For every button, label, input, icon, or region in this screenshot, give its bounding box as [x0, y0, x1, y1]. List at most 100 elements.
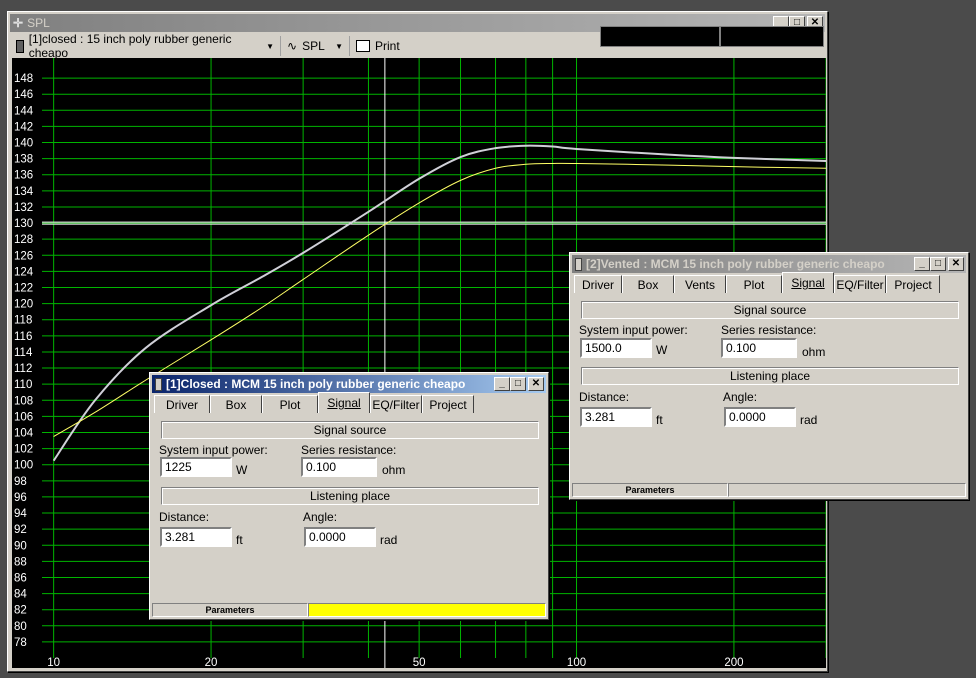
minimize-icon[interactable]: _ — [914, 257, 930, 271]
y-tick-label: 90 — [14, 540, 27, 552]
tab-box[interactable]: Box — [210, 395, 262, 413]
y-tick-label: 144 — [14, 105, 34, 117]
y-tick-label: 84 — [14, 589, 27, 601]
y-tick-label: 92 — [14, 524, 27, 536]
x-tick-label: 50 — [413, 657, 426, 668]
tab-signal[interactable]: Signal — [782, 272, 834, 293]
vented-statusbar: Parameters — [572, 483, 966, 497]
y-tick-label: 126 — [14, 250, 33, 262]
tab-driver[interactable]: Driver — [154, 395, 210, 413]
y-tick-label: 88 — [14, 556, 27, 568]
y-tick-label: 146 — [14, 89, 33, 101]
input-power-unit: W — [656, 343, 668, 357]
readout-box-1 — [600, 26, 720, 47]
tab-plot[interactable]: Plot — [262, 395, 318, 413]
y-tick-label: 98 — [14, 476, 27, 488]
y-tick-label: 120 — [14, 299, 33, 311]
tab-project[interactable]: Project — [886, 275, 940, 293]
distance-field[interactable]: 3.281 — [580, 407, 652, 427]
series-resistance-label: Series resistance: — [721, 323, 817, 337]
y-tick-label: 134 — [14, 186, 34, 198]
y-tick-label: 132 — [14, 202, 33, 214]
maximize-icon[interactable]: □ — [510, 377, 526, 391]
input-power-field[interactable]: 1225 — [160, 457, 232, 477]
y-tick-label: 122 — [14, 283, 33, 295]
speaker-icon — [16, 39, 24, 53]
y-tick-label: 138 — [14, 154, 33, 166]
angle-unit: rad — [380, 533, 398, 547]
y-tick-label: 128 — [14, 234, 33, 246]
spl-window-title: SPL — [27, 16, 50, 30]
input-power-field[interactable]: 1500.0 — [580, 338, 652, 358]
project-select-value: [1]closed : 15 inch poly rubber generic … — [28, 32, 232, 60]
print-button[interactable]: Print — [350, 36, 406, 56]
listening-place-header: Listening place — [581, 367, 959, 385]
y-tick-label: 94 — [14, 508, 27, 520]
angle-label: Angle: — [723, 390, 758, 404]
y-tick-label: 136 — [14, 170, 33, 182]
tab-eq-filter[interactable]: EQ/Filter — [370, 395, 422, 413]
angle-unit: rad — [800, 413, 818, 427]
status-parameters: Parameters — [152, 603, 308, 617]
chevron-down-icon: ▼ — [266, 41, 274, 51]
closed-tabs: Driver Box Plot Signal EQ/Filter Project — [154, 392, 474, 413]
vented-window-title: [2]Vented : MCM 15 inch poly rubber gene… — [586, 257, 885, 271]
x-tick-label: 20 — [205, 657, 218, 668]
tab-eq-filter[interactable]: EQ/Filter — [834, 275, 886, 293]
y-tick-label: 124 — [14, 266, 34, 278]
maximize-icon[interactable]: □ — [930, 257, 946, 271]
y-tick-label: 108 — [14, 395, 33, 407]
crosshair-icon: ✛ — [13, 16, 24, 30]
series-resistance-label: Series resistance: — [301, 443, 397, 457]
project-select[interactable]: [1]closed : 15 inch poly rubber generic … — [10, 32, 281, 60]
y-tick-label: 110 — [14, 379, 32, 391]
chevron-down-icon: ▼ — [335, 41, 343, 51]
angle-field[interactable]: 0.0000 — [724, 407, 796, 427]
close-icon[interactable]: ✕ — [948, 257, 964, 271]
print-label: Print — [375, 39, 400, 53]
printer-icon — [356, 40, 370, 52]
signal-source-header: Signal source — [161, 421, 539, 439]
distance-label: Distance: — [579, 390, 630, 404]
tab-signal[interactable]: Signal — [318, 392, 370, 413]
x-tick-label: 200 — [724, 657, 743, 668]
status-indicator — [308, 603, 546, 617]
y-tick-label: 102 — [14, 444, 33, 456]
tab-driver[interactable]: Driver — [574, 275, 622, 293]
y-tick-label: 82 — [14, 605, 27, 617]
status-indicator — [728, 483, 966, 497]
close-icon[interactable]: ✕ — [528, 377, 544, 391]
tab-vents[interactable]: Vents — [674, 275, 726, 293]
tab-plot[interactable]: Plot — [726, 275, 782, 293]
x-tick-label: 100 — [567, 657, 586, 668]
series-resistance-field[interactable]: 0.100 — [301, 457, 377, 477]
y-tick-label: 78 — [14, 637, 27, 649]
minimize-icon[interactable]: _ — [494, 377, 510, 391]
input-power-label: System input power: — [579, 323, 688, 337]
series-resistance-field[interactable]: 0.100 — [721, 338, 797, 358]
signal-source-header: Signal source — [581, 301, 959, 319]
series-resistance-unit: ohm — [382, 463, 406, 477]
distance-field[interactable]: 3.281 — [160, 527, 232, 547]
angle-field[interactable]: 0.0000 — [304, 527, 376, 547]
closed-window: [1]Closed : MCM 15 inch poly rubber gene… — [149, 372, 549, 620]
y-tick-label: 130 — [14, 218, 33, 230]
tab-box[interactable]: Box — [622, 275, 674, 293]
speaker-icon — [575, 257, 582, 271]
status-parameters: Parameters — [572, 483, 728, 497]
vented-tabs: Driver Box Vents Plot Signal EQ/Filter P… — [574, 272, 940, 293]
input-power-label: System input power: — [159, 443, 268, 457]
view-select-value: SPL — [302, 39, 325, 53]
y-tick-label: 148 — [14, 73, 33, 85]
tab-project[interactable]: Project — [422, 395, 474, 413]
angle-label: Angle: — [303, 510, 338, 524]
y-tick-label: 112 — [14, 363, 32, 375]
distance-unit: ft — [656, 413, 663, 427]
x-tick-label: 10 — [47, 657, 60, 668]
view-select[interactable]: ∿ SPL ▼ — [281, 36, 350, 56]
vented-titlebar[interactable]: [2]Vented : MCM 15 inch poly rubber gene… — [572, 255, 966, 273]
vented-window: [2]Vented : MCM 15 inch poly rubber gene… — [569, 252, 969, 500]
closed-titlebar[interactable]: [1]Closed : MCM 15 inch poly rubber gene… — [152, 375, 546, 393]
y-tick-label: 86 — [14, 572, 27, 584]
closed-window-title: [1]Closed : MCM 15 inch poly rubber gene… — [166, 377, 466, 391]
